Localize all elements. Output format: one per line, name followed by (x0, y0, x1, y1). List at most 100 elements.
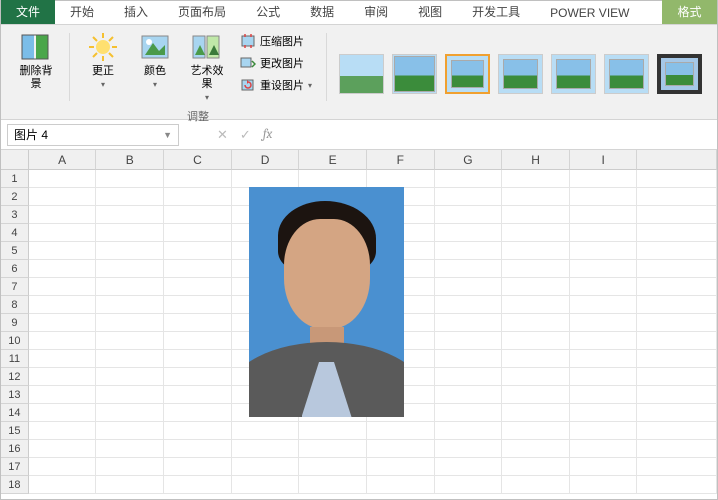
cell[interactable] (29, 170, 97, 188)
cell[interactable] (637, 170, 717, 188)
row-header[interactable]: 15 (1, 422, 29, 440)
cell[interactable] (637, 278, 717, 296)
cell[interactable] (96, 476, 164, 494)
cell[interactable] (164, 242, 232, 260)
cell[interactable] (435, 314, 503, 332)
cell[interactable] (570, 314, 638, 332)
cell[interactable] (570, 224, 638, 242)
cell[interactable] (435, 170, 503, 188)
cell[interactable] (96, 296, 164, 314)
cell[interactable] (164, 386, 232, 404)
column-header[interactable]: D (232, 150, 300, 170)
cell[interactable] (299, 170, 367, 188)
cell[interactable] (570, 404, 638, 422)
cell[interactable] (502, 188, 570, 206)
cell[interactable] (367, 422, 435, 440)
cell[interactable] (502, 458, 570, 476)
row-header[interactable]: 4 (1, 224, 29, 242)
cell[interactable] (435, 278, 503, 296)
cell[interactable] (29, 206, 97, 224)
cell[interactable] (164, 368, 232, 386)
cell[interactable] (502, 386, 570, 404)
cell[interactable] (96, 386, 164, 404)
row-header[interactable]: 11 (1, 350, 29, 368)
cell[interactable] (570, 368, 638, 386)
cell[interactable] (570, 350, 638, 368)
remove-background-button[interactable]: 删除背景 (13, 29, 59, 93)
row-header[interactable]: 5 (1, 242, 29, 260)
cell[interactable] (502, 170, 570, 188)
cell[interactable] (502, 368, 570, 386)
picture-style-3[interactable] (445, 54, 490, 94)
cell[interactable] (502, 404, 570, 422)
cell[interactable] (637, 440, 717, 458)
cell[interactable] (502, 422, 570, 440)
cell[interactable] (637, 386, 717, 404)
column-header[interactable]: I (570, 150, 638, 170)
cell[interactable] (96, 350, 164, 368)
cell[interactable] (570, 458, 638, 476)
cell[interactable] (29, 386, 97, 404)
cell[interactable] (435, 476, 503, 494)
tab-home[interactable]: 开始 (55, 0, 109, 24)
cell[interactable] (435, 368, 503, 386)
cell[interactable] (637, 422, 717, 440)
cell[interactable] (435, 332, 503, 350)
cell[interactable] (29, 260, 97, 278)
cell[interactable] (164, 332, 232, 350)
row-header[interactable]: 6 (1, 260, 29, 278)
cell[interactable] (435, 206, 503, 224)
cell[interactable] (96, 404, 164, 422)
cell[interactable] (164, 440, 232, 458)
cell[interactable] (29, 224, 97, 242)
cell[interactable] (96, 332, 164, 350)
embedded-picture[interactable] (249, 187, 404, 417)
cell[interactable] (29, 476, 97, 494)
cell[interactable] (435, 242, 503, 260)
column-header[interactable]: H (502, 150, 570, 170)
cell[interactable] (164, 476, 232, 494)
cell[interactable] (164, 224, 232, 242)
cell[interactable] (637, 350, 717, 368)
cell[interactable] (96, 368, 164, 386)
column-header[interactable]: A (29, 150, 97, 170)
picture-style-2[interactable] (392, 54, 437, 94)
cell[interactable] (637, 242, 717, 260)
cell[interactable] (164, 206, 232, 224)
cell[interactable] (29, 314, 97, 332)
fx-icon[interactable]: fx (263, 127, 273, 142)
cell[interactable] (96, 458, 164, 476)
cell[interactable] (164, 350, 232, 368)
cell[interactable] (29, 188, 97, 206)
column-header[interactable]: F (367, 150, 435, 170)
cell[interactable] (29, 458, 97, 476)
cell[interactable] (637, 224, 717, 242)
cell[interactable] (96, 188, 164, 206)
picture-style-6[interactable] (604, 54, 649, 94)
cell[interactable] (29, 350, 97, 368)
column-header[interactable]: B (96, 150, 164, 170)
cell[interactable] (164, 422, 232, 440)
row-header[interactable]: 14 (1, 404, 29, 422)
picture-style-1[interactable] (339, 54, 384, 94)
cell[interactable] (435, 386, 503, 404)
tab-data[interactable]: 数据 (295, 0, 349, 24)
cell[interactable] (435, 188, 503, 206)
row-header[interactable]: 12 (1, 368, 29, 386)
cell[interactable] (232, 170, 300, 188)
cell[interactable] (29, 440, 97, 458)
cell[interactable] (570, 440, 638, 458)
cell[interactable] (502, 260, 570, 278)
cell[interactable] (164, 260, 232, 278)
cell[interactable] (29, 296, 97, 314)
row-header[interactable]: 7 (1, 278, 29, 296)
cell[interactable] (637, 368, 717, 386)
column-header[interactable]: C (164, 150, 232, 170)
picture-style-7[interactable] (657, 54, 702, 94)
cell[interactable] (502, 332, 570, 350)
cell[interactable] (164, 170, 232, 188)
cell[interactable] (29, 278, 97, 296)
cell[interactable] (96, 224, 164, 242)
cell[interactable] (570, 386, 638, 404)
cell[interactable] (29, 404, 97, 422)
